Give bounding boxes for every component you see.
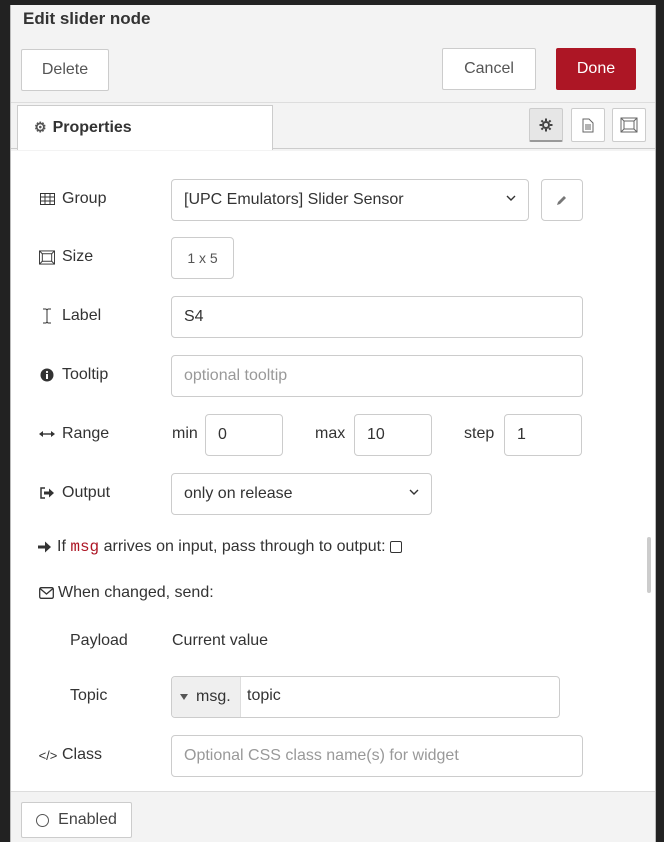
passthru-row: If msg arrives on input, pass through to… [11,527,655,567]
when-changed-label: When changed, send: [38,573,214,613]
step-label: step [464,425,495,442]
max-input[interactable]: 10 [354,414,432,456]
pencil-icon [557,196,566,205]
label-label-text: Label [62,307,102,324]
tray-title: Edit slider node [11,5,655,39]
document-icon [582,118,594,132]
output-select[interactable]: only on release [171,473,432,515]
arrow-right-icon [38,541,52,553]
envelope-icon [38,587,54,599]
tooltip-input[interactable]: optional tooltip [171,355,583,397]
chevron-down-icon [409,489,419,495]
class-label-text: Class [62,746,103,763]
range-row: Range min 0 max 10 step 1 [11,414,655,456]
output-label: Output [38,473,110,513]
cancel-button[interactable]: Cancel [442,48,536,90]
circle-icon [36,813,50,827]
class-input[interactable]: Optional CSS class name(s) for widget [171,735,583,777]
passthru-suffix: arrives on input, pass through to output… [103,538,386,555]
size-row: Size 1 x 5 [11,237,655,279]
label-input[interactable]: S4 [171,296,583,338]
topic-row: Topic msg. topic [11,676,655,718]
topic-prefix: msg. [196,688,231,705]
chevron-down-icon [506,195,516,201]
code-icon: </> [38,747,58,763]
topic-type-selector[interactable]: msg. [172,677,241,717]
group-label: Group [38,179,106,219]
done-button[interactable]: Done [556,48,636,90]
arrows-horizontal-icon [38,429,56,439]
tray-footer: Enabled [11,791,655,842]
gear-icon [539,118,553,131]
range-label-text: Range [62,425,110,442]
payload-row: Payload Current value [11,621,655,661]
tray-toolbar: Delete Cancel Done [11,39,655,103]
passthru-prefix: If [57,538,66,555]
passthru-checkbox[interactable] [389,541,402,553]
description-tab-icon[interactable] [571,108,605,142]
max-value: 10 [367,426,385,443]
passthru-code: msg [70,538,100,556]
min-label: min [172,425,198,442]
step-value: 1 [517,426,526,443]
resize-icon [38,249,56,265]
tooltip-label-text: Tooltip [62,366,109,383]
group-label-text: Group [62,190,107,207]
group-row: Group [UPC Emulators] Slider Sensor [11,179,655,221]
class-row: </> Class Optional CSS class name(s) for … [11,735,655,777]
size-value: 1 x 5 [187,250,218,266]
tab-icon-group [11,108,655,142]
frame-icon [620,117,638,133]
max-label: max [315,425,346,442]
size-label: Size [38,237,93,277]
table-icon [38,193,56,205]
class-label: </> Class [38,735,102,775]
caret-down-icon [180,694,188,700]
appearance-tab-icon[interactable] [612,108,646,142]
edit-tray: Edit slider node Delete Cancel Done ⚙ Pro… [10,5,656,842]
size-label-text: Size [62,248,94,265]
label-input-value: S4 [184,308,204,325]
passthru-label: If msg arrives on input, pass through to… [38,527,402,567]
range-label: Range [38,414,109,454]
topic-value: topic [247,687,281,704]
tooltip-label: Tooltip [38,355,108,395]
group-select[interactable]: [UPC Emulators] Slider Sensor [171,179,529,221]
step-input[interactable]: 1 [504,414,582,456]
properties-form: Group [UPC Emulators] Slider Sensor Size… [11,151,655,813]
when-changed-text: When changed, send: [58,584,214,601]
text-cursor-icon [38,308,56,324]
topic-label: Topic [70,687,108,704]
tooltip-row: Tooltip optional tooltip [11,355,655,397]
delete-button[interactable]: Delete [21,49,109,91]
output-label-text: Output [62,484,111,501]
min-value: 0 [218,426,227,443]
group-select-value: [UPC Emulators] Slider Sensor [184,191,404,208]
info-icon [38,368,56,382]
enabled-label: Enabled [58,811,117,828]
enabled-toggle-button[interactable]: Enabled [21,802,132,838]
settings-tab-icon[interactable] [529,108,563,142]
min-input[interactable]: 0 [205,414,283,456]
size-button[interactable]: 1 x 5 [171,237,234,279]
tabs-row: ⚙ Properties [11,103,655,150]
sign-out-icon [38,487,56,499]
payload-label: Payload [70,632,128,649]
label-label: Label [38,296,101,336]
when-changed-row: When changed, send: [11,573,655,613]
label-row: Label S4 [11,296,655,338]
edit-group-button[interactable] [541,179,583,221]
topic-typed-input[interactable]: msg. topic [171,676,560,718]
payload-value: Current value [172,632,269,649]
scrollbar[interactable] [647,537,651,593]
tooltip-placeholder: optional tooltip [184,367,288,384]
class-placeholder: Optional CSS class name(s) for widget [184,747,459,764]
output-select-value: only on release [184,485,293,502]
output-row: Output only on release [11,473,655,515]
